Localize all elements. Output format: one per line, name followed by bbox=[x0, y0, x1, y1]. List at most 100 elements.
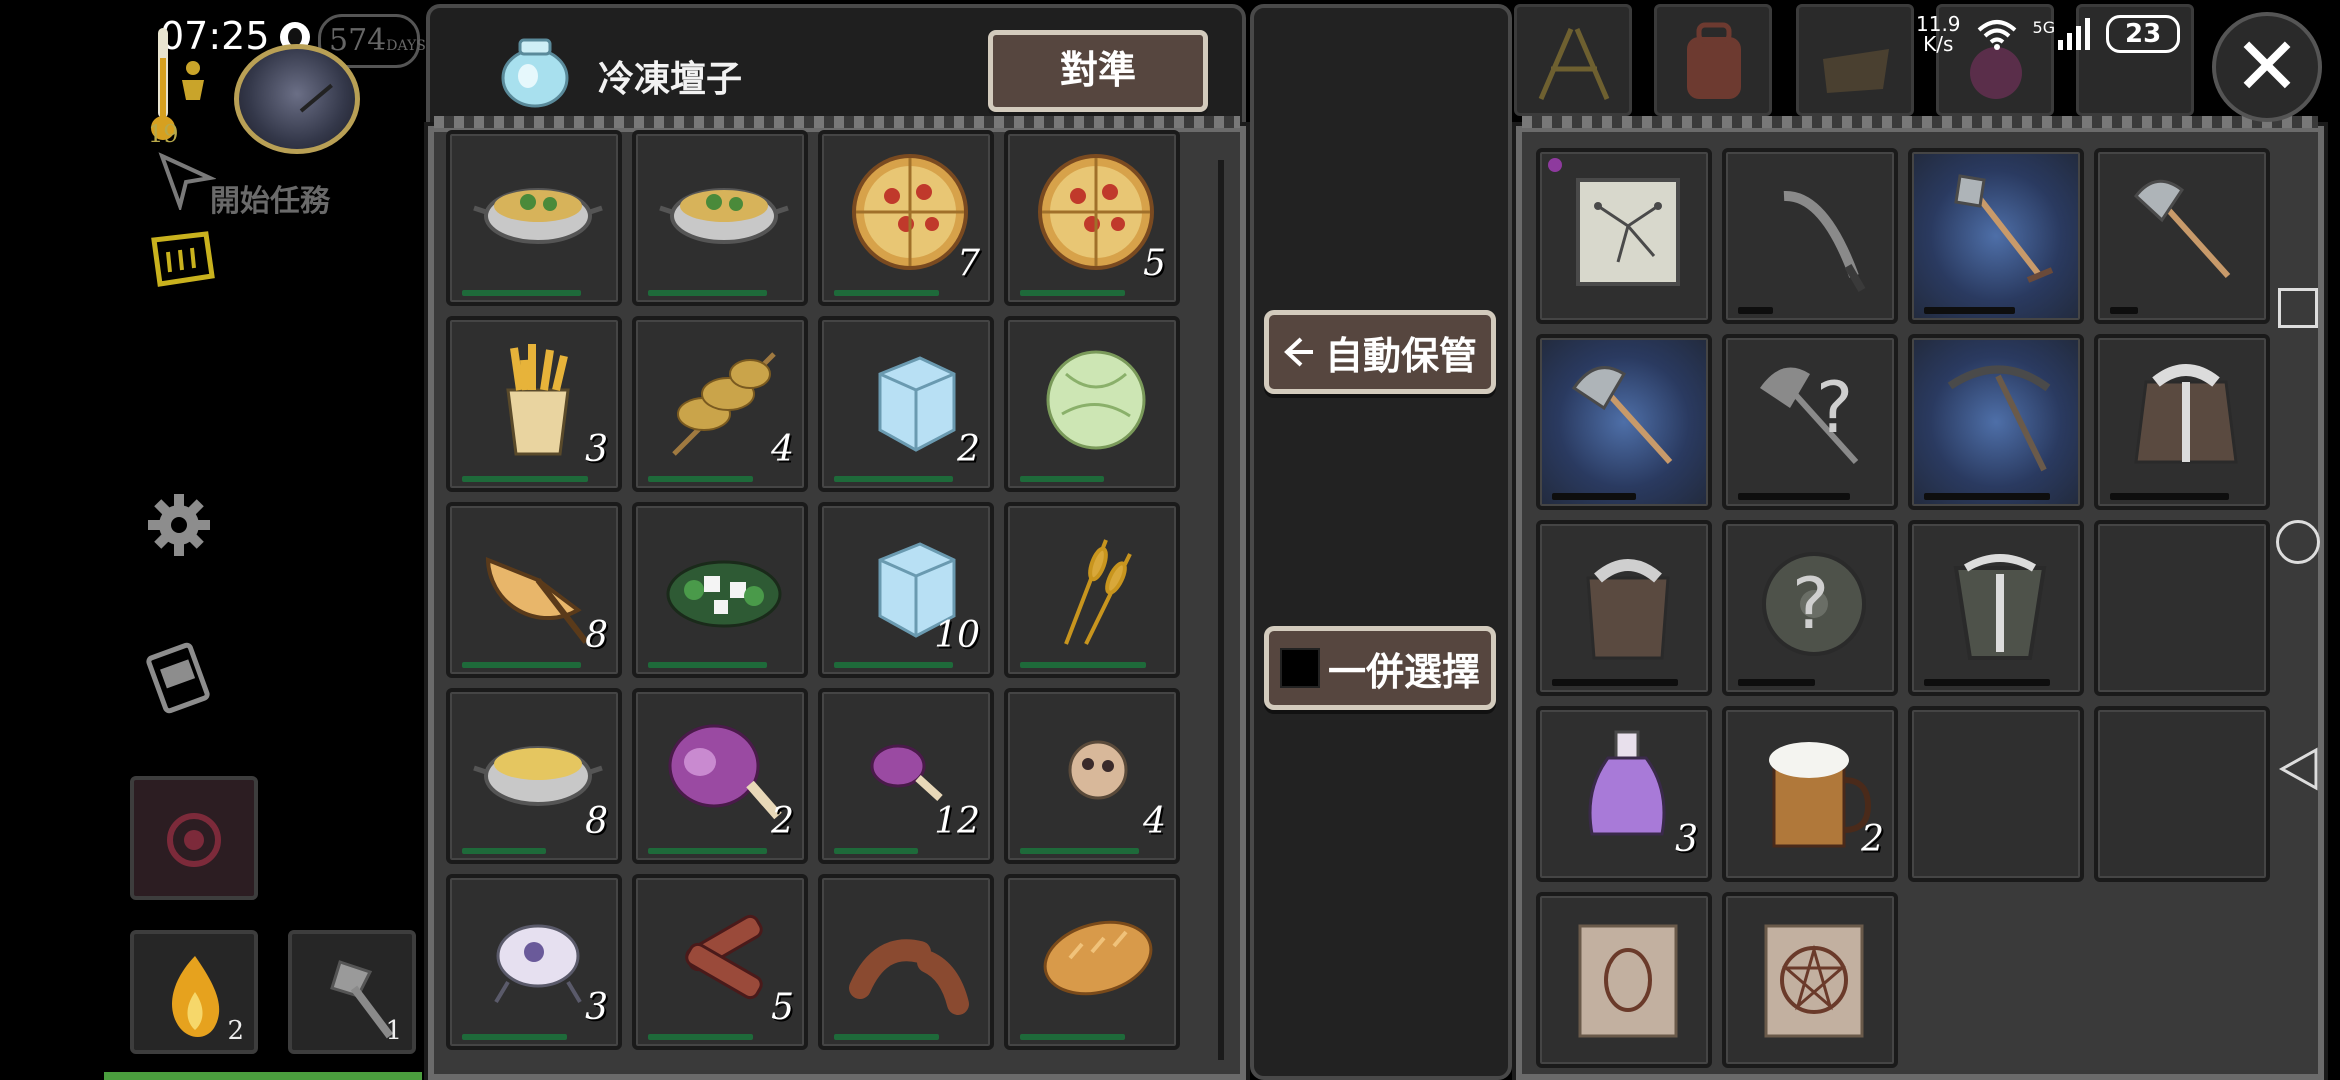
torch-slot[interactable]: 2 bbox=[130, 930, 258, 1054]
backpack-icon bbox=[1687, 22, 1741, 99]
container-slot[interactable]: 4 bbox=[1004, 688, 1180, 864]
player-slot[interactable] bbox=[2094, 520, 2270, 696]
merge-select-label: 一併選擇 bbox=[1327, 649, 1480, 694]
player-slot[interactable]: 3 bbox=[1536, 706, 1712, 882]
player-slot[interactable] bbox=[1536, 892, 1712, 1068]
durability-bar bbox=[1738, 307, 1773, 314]
player-slot[interactable]: ? bbox=[1722, 334, 1898, 510]
durability-bar bbox=[462, 476, 588, 482]
item-count: 8 bbox=[585, 615, 608, 656]
stew-pot-icon bbox=[659, 188, 789, 244]
tab-bag[interactable] bbox=[1796, 4, 1914, 116]
fire-icon bbox=[172, 956, 220, 1037]
durability-bar bbox=[648, 290, 767, 296]
hatchet-icon bbox=[2133, 179, 2231, 279]
container-slot[interactable] bbox=[446, 130, 622, 306]
durability-bar bbox=[1020, 290, 1125, 296]
container-slot[interactable]: 10 bbox=[818, 502, 994, 678]
container-slot[interactable] bbox=[1004, 874, 1180, 1050]
player-slot[interactable] bbox=[1908, 520, 2084, 696]
player-slot[interactable] bbox=[1722, 892, 1898, 1068]
durability-bar bbox=[834, 848, 918, 854]
container-scrollbar[interactable] bbox=[1218, 160, 1224, 1060]
player-slot[interactable] bbox=[2094, 334, 2270, 510]
svg-text:?: ? bbox=[1792, 563, 1829, 645]
item-count: 3 bbox=[585, 987, 608, 1028]
player-slot[interactable] bbox=[2094, 148, 2270, 324]
container-slot[interactable]: 5 bbox=[1004, 130, 1180, 306]
frozen-jar-icon bbox=[501, 38, 569, 108]
player-slot[interactable] bbox=[1536, 148, 1712, 324]
container-slot[interactable]: 2 bbox=[818, 316, 994, 492]
container-item-grid: 7 5 3 4 2 8 10 8 2 12 4 3 5 bbox=[446, 130, 1180, 1050]
container-slot[interactable]: 3 bbox=[446, 874, 622, 1050]
durability-bar bbox=[1924, 493, 2050, 500]
start-quest-label[interactable]: 開始任務 bbox=[210, 176, 330, 220]
svg-text:?: ? bbox=[1816, 367, 1853, 449]
player-slot[interactable]: 2 bbox=[1722, 706, 1898, 882]
container-slot[interactable]: 8 bbox=[446, 502, 622, 678]
left-hud: 19 開始任務 2 1 bbox=[0, 0, 425, 1080]
sausage-icon bbox=[849, 939, 969, 1015]
compass-dial[interactable] bbox=[234, 44, 360, 154]
scroll-rune-icon bbox=[1578, 924, 1678, 1038]
container-slot[interactable]: 2 bbox=[632, 688, 808, 864]
container-slot[interactable]: 12 bbox=[818, 688, 994, 864]
container-slot[interactable] bbox=[1004, 502, 1180, 678]
item-count: 10 bbox=[934, 615, 980, 656]
bread-icon bbox=[1043, 920, 1153, 996]
system-status: 11.9 K/s 5G 23 bbox=[1916, 14, 2181, 54]
player-slot[interactable] bbox=[1722, 148, 1898, 324]
container-slot[interactable]: 7 bbox=[818, 130, 994, 306]
container-slot[interactable] bbox=[818, 874, 994, 1050]
loom-icon bbox=[1538, 28, 1610, 100]
pickaxe-icon bbox=[1947, 365, 2051, 472]
player-slot[interactable]: ? bbox=[1722, 520, 1898, 696]
player-slot[interactable] bbox=[1908, 148, 2084, 324]
chain-border bbox=[434, 116, 1240, 128]
gear-icon[interactable] bbox=[144, 490, 214, 560]
player-slot[interactable] bbox=[1536, 334, 1712, 510]
durability-bar bbox=[1552, 493, 1636, 500]
net-speed: 11.9 K/s bbox=[1916, 14, 1961, 54]
quest-arrow-icon[interactable] bbox=[156, 150, 216, 210]
home-button[interactable] bbox=[2276, 520, 2320, 564]
close-button[interactable]: ✕ bbox=[2212, 12, 2322, 122]
unknown-axe-icon: ? bbox=[1760, 367, 1859, 465]
container-slot[interactable]: 3 bbox=[446, 316, 622, 492]
tab-crafting-frame[interactable] bbox=[1514, 4, 1632, 116]
durability-bar bbox=[1924, 307, 2015, 314]
player-slot[interactable] bbox=[1536, 520, 1712, 696]
container-slot[interactable]: 8 bbox=[446, 688, 622, 864]
item-count: 2 bbox=[771, 801, 794, 842]
player-slot[interactable] bbox=[1908, 334, 2084, 510]
map-board-icon bbox=[1576, 178, 1680, 286]
tool-slot[interactable]: 1 bbox=[288, 930, 416, 1054]
red-card-icon bbox=[167, 813, 221, 867]
container-slot[interactable] bbox=[1004, 316, 1180, 492]
container-slot[interactable]: 5 bbox=[632, 874, 808, 1050]
player-slot[interactable] bbox=[2094, 706, 2270, 882]
battery-indicator: 23 bbox=[2106, 15, 2181, 53]
merge-select-checkbox[interactable] bbox=[1279, 648, 1320, 688]
cards-icon[interactable] bbox=[146, 636, 216, 716]
merge-select-button[interactable]: 一併選擇 bbox=[1264, 626, 1496, 710]
container-slot[interactable]: 4 bbox=[632, 316, 808, 492]
container-slot[interactable] bbox=[632, 502, 808, 678]
map-scroll-icon[interactable] bbox=[148, 226, 218, 296]
durability-bar bbox=[2110, 307, 2138, 314]
back-button[interactable] bbox=[2276, 746, 2320, 792]
recent-apps-button[interactable] bbox=[2278, 288, 2318, 328]
player-slot[interactable] bbox=[1908, 706, 2084, 882]
chest-plate-icon bbox=[1953, 554, 2047, 660]
item-count: 2 bbox=[957, 429, 980, 470]
container-slot[interactable] bbox=[632, 130, 808, 306]
chain-border bbox=[1522, 116, 2318, 128]
experience-bar bbox=[104, 1072, 422, 1080]
signal-icon bbox=[2058, 18, 2091, 50]
player-item-grid: ?? 3 2 bbox=[1536, 148, 2270, 1068]
aim-button[interactable]: 對準 bbox=[988, 30, 1208, 112]
tab-backpack[interactable] bbox=[1654, 4, 1772, 116]
card-slot[interactable] bbox=[130, 776, 258, 900]
auto-store-button[interactable]: 自動保管 bbox=[1264, 310, 1496, 394]
